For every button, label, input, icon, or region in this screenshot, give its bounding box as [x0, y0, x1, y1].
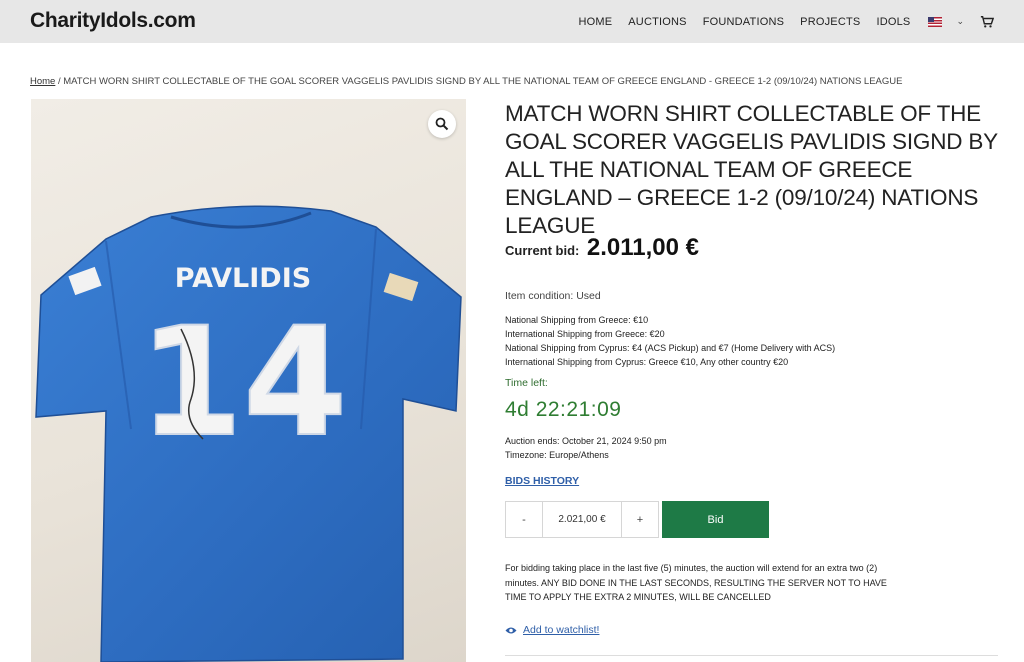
nav-auctions[interactable]: AUCTIONS — [628, 16, 686, 28]
site-header: CharityIdols.com HOME AUCTIONS FOUNDATIO… — [0, 0, 1024, 43]
decrease-bid-button[interactable]: - — [505, 501, 543, 538]
bid-controls: - 2.021,00 € + Bid — [505, 501, 769, 538]
shipping-info: National Shipping from Greece: €10 Inter… — [505, 313, 835, 369]
bid-button[interactable]: Bid — [662, 501, 769, 538]
breadcrumb: Home / MATCH WORN SHIRT COLLECTABLE OF T… — [30, 76, 902, 87]
breadcrumb-home-link[interactable]: Home — [30, 76, 55, 87]
divider — [505, 655, 998, 656]
shipping-line: National Shipping from Cyprus: €4 (ACS P… — [505, 343, 836, 353]
main-nav: HOME AUCTIONS FOUNDATIONS PROJECTS IDOLS… — [562, 0, 994, 43]
bid-amount-input[interactable]: 2.021,00 € — [543, 501, 621, 538]
bidding-notice: For bidding taking place in the last fiv… — [505, 563, 887, 602]
auction-ends-info: Auction ends: October 21, 2024 9:50 pm T… — [505, 434, 667, 462]
chevron-down-icon[interactable]: ⌄ — [956, 16, 964, 27]
shipping-line: International Shipping from Greece: €20 — [505, 329, 665, 339]
magnifier-icon — [435, 117, 449, 131]
add-to-watchlist-link[interactable]: Add to watchlist! — [505, 624, 599, 636]
current-bid-label: Current bid: — [505, 243, 580, 258]
breadcrumb-current: / MATCH WORN SHIRT COLLECTABLE OF THE GO… — [55, 76, 903, 87]
us-flag-icon[interactable] — [928, 16, 943, 27]
item-condition: Item condition: Used — [505, 290, 601, 302]
nav-projects[interactable]: PROJECTS — [800, 16, 860, 28]
product-image[interactable]: PAVLIDIS 14 — [31, 99, 466, 662]
increase-bid-button[interactable]: + — [621, 501, 659, 538]
shirt-number-text: 14 — [139, 296, 348, 470]
time-left-countdown: 4d 22:21:09 — [505, 398, 622, 421]
shipping-line: National Shipping from Greece: €10 — [505, 315, 649, 325]
bids-history-link[interactable]: BIDS HISTORY — [505, 475, 579, 487]
product-title: MATCH WORN SHIRT COLLECTABLE OF THE GOAL… — [505, 101, 998, 238]
zoom-button[interactable] — [428, 110, 456, 138]
nav-home[interactable]: HOME — [578, 16, 612, 28]
current-bid-value: 2.011,00 € — [586, 234, 699, 261]
jersey-photo: PAVLIDIS 14 — [35, 205, 462, 662]
auction-ends: Auction ends: October 21, 2024 9:50 pm — [505, 436, 667, 446]
auction-timezone: Timezone: Europe/Athens — [505, 450, 609, 460]
nav-foundations[interactable]: FOUNDATIONS — [703, 16, 784, 28]
eye-icon — [505, 627, 517, 633]
time-left-label: Time left: — [505, 377, 548, 389]
nav-idols[interactable]: IDOLS — [876, 16, 910, 28]
shirt-name-text: PAVLIDIS — [175, 263, 311, 294]
current-bid: Current bid: 2.011,00 € — [505, 234, 699, 262]
site-logo[interactable]: CharityIdols.com — [30, 9, 196, 33]
watchlist-label[interactable]: Add to watchlist! — [523, 624, 599, 636]
cart-icon[interactable] — [980, 15, 994, 29]
shipping-line: International Shipping from Cyprus: Gree… — [505, 357, 789, 367]
